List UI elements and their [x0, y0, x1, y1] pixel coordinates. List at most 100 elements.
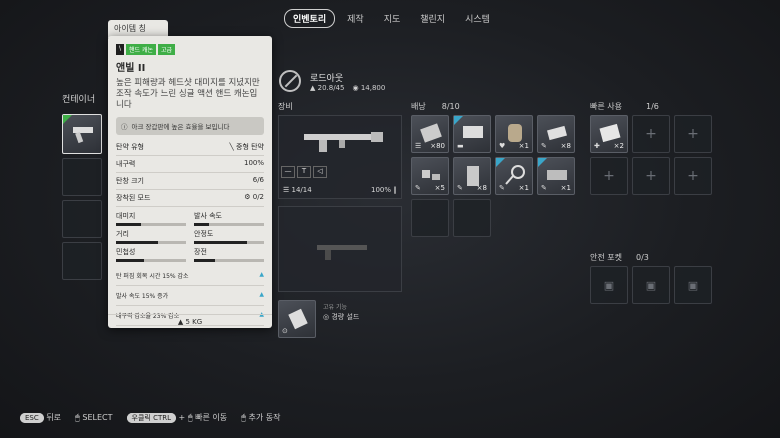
upgrade-triangle-icon: ▲ — [259, 271, 264, 278]
add-icon: + — [687, 126, 699, 142]
stat-value: 100% — [243, 159, 264, 167]
augment-slot[interactable]: ⊙ — [278, 300, 316, 338]
item-qty: ×8 — [476, 184, 487, 192]
safe-slot-3[interactable]: ▣ — [674, 266, 712, 304]
tab-inventory[interactable]: 인벤토리 — [284, 9, 336, 28]
perk-item: 탄 퍼짐 회복 시간 15% 감소 ▲ — [116, 266, 264, 286]
bar-stability: 안정도 — [194, 229, 264, 244]
stat-value-mods: ⚙ 0/2 — [244, 193, 264, 203]
rarity-marker — [496, 158, 505, 167]
mouse-right-icon: 🖱 — [241, 413, 246, 422]
backpack-slot-4[interactable]: ✎ ×8 — [537, 115, 575, 153]
quick-use-count: 1/6 — [645, 102, 659, 111]
special-label: 고유 기능 — [323, 304, 347, 311]
item-name-tab: 아이템 칭 — [114, 24, 146, 33]
bar-fill — [194, 241, 247, 244]
bar-label: 거리 — [116, 230, 129, 238]
quick-slot-3[interactable]: + — [674, 115, 712, 153]
item-note-text: 아크 장갑판에 높은 효율을 보입니다 — [131, 123, 230, 131]
backpack-slot-8[interactable]: ✎ ×1 — [537, 157, 575, 195]
mod-slot-grip[interactable]: T — [297, 166, 311, 178]
mod-slot-stock[interactable]: ◁ — [313, 166, 327, 178]
rarity-marker — [454, 116, 463, 125]
backpack-slot-1[interactable]: ☰ ×80 — [411, 115, 449, 153]
hint-quick-move[interactable]: 우클릭 CTRL + 🖱 빠른 이동 — [126, 412, 227, 423]
quick-slot-1[interactable]: ✚ ×2 — [590, 115, 628, 153]
item-qty: ×2 — [613, 142, 624, 150]
stat-value: 6/6 — [252, 176, 264, 184]
container-slot-3[interactable] — [62, 200, 102, 238]
safe-slot-2[interactable]: ▣ — [632, 266, 670, 304]
hint-more[interactable]: 🖱 추가 동작 — [241, 412, 280, 423]
weight-stat: ▲ 20.8/45 — [310, 84, 344, 92]
item-qty: ×1 — [560, 184, 571, 192]
wrench-icon: ✎ — [457, 184, 463, 192]
tab-crafting[interactable]: 제작 — [339, 10, 372, 27]
tab-challenges[interactable]: 챌린지 — [412, 10, 453, 27]
container-slot-2[interactable] — [62, 158, 102, 196]
bar-fill — [194, 223, 210, 226]
item-qty: ×5 — [434, 184, 445, 192]
container-slot-4[interactable] — [62, 242, 102, 280]
quick-slot-6[interactable]: + — [674, 157, 712, 195]
list-icon: ☰ — [415, 142, 422, 150]
weapon-slot-1[interactable]: — T ◁ ☰ 14/14 100% ‖ — [278, 115, 402, 199]
item-qty: ×1 — [518, 142, 529, 150]
no-loadout-icon[interactable] — [279, 70, 301, 92]
backpack-slot-7[interactable]: ✎ ×1 — [495, 157, 533, 195]
backpack-slot-2[interactable]: ▬ — [453, 115, 491, 153]
tag-weapon-type: 핸드 캐논 — [126, 44, 156, 55]
quick-slot-2[interactable]: + — [632, 115, 670, 153]
heart-icon: ♥ — [499, 142, 506, 150]
item-tooltip: \ 핸드 캐논 고급 앤빌 II 높은 피해량과 헤드샷 대미지를 지녔지만 조… — [108, 36, 272, 328]
special-value: ◎ 경량 설드 — [323, 312, 359, 322]
special-text: 경량 설드 — [331, 313, 360, 321]
weapon-class-icon: \ — [116, 44, 124, 55]
safe-pocket-count: 0/3 — [635, 253, 649, 262]
mouse-icon: 🖱 — [187, 413, 193, 422]
esc-key: ESC — [20, 413, 44, 423]
wrench-icon: ✎ — [541, 184, 547, 192]
bar-fill — [194, 259, 215, 262]
hint-back[interactable]: ESC 뒤로 — [20, 412, 61, 423]
item-qty: ×8 — [560, 142, 571, 150]
add-icon: + — [645, 168, 657, 184]
safe-slot-1[interactable]: ▣ — [590, 266, 628, 304]
bar-fill — [116, 259, 144, 262]
container-slot-1[interactable] — [62, 114, 102, 154]
backpack-slot-5[interactable]: ✎ ×5 — [411, 157, 449, 195]
hint-select[interactable]: 🖱 SELECT — [75, 413, 112, 423]
ctrl-key: 우클릭 CTRL — [126, 413, 177, 423]
stat-label: 장착된 모드 — [116, 194, 151, 202]
backpack-slot-10[interactable] — [453, 199, 491, 237]
lock-icon: ▣ — [687, 278, 699, 292]
weight-value: 20.8/45 — [317, 84, 345, 92]
wrench-icon: ✎ — [415, 184, 421, 192]
ammo-icon: ☰ — [283, 186, 292, 194]
bar-fill — [116, 241, 158, 244]
backpack-slot-6[interactable]: ✎ ×8 — [453, 157, 491, 195]
ammo-count: ☰ 14/14 — [283, 186, 312, 194]
lock-icon: ▣ — [603, 278, 615, 292]
quick-use-label: 빠른 사용 1/6 — [590, 101, 659, 112]
weapon-silhouette-icon — [317, 245, 367, 260]
tab-system[interactable]: 시스템 — [457, 10, 498, 27]
backpack-slot-9[interactable] — [411, 199, 449, 237]
stat-row-ammo: 탄약 유형 ╲ 중형 탄약 — [116, 139, 264, 156]
weapon-slot-2[interactable] — [278, 206, 402, 292]
backpack-slot-3[interactable]: ♥ ×1 — [495, 115, 533, 153]
stat-value: 0/2 — [252, 193, 264, 201]
gear-icon: ⚙ — [244, 193, 253, 201]
backpack-label: 배낭 8/10 — [411, 101, 460, 112]
durability-value: 100% ‖ — [371, 186, 397, 194]
add-icon: + — [603, 168, 615, 184]
mod-slot-muzzle[interactable]: — — [281, 166, 295, 178]
bar-reload: 장전 — [194, 247, 264, 262]
quick-slot-5[interactable]: + — [632, 157, 670, 195]
container-label: 컨테이너 — [62, 95, 96, 105]
quick-slot-4[interactable]: + — [590, 157, 628, 195]
stat-label: 내구력 — [116, 160, 136, 168]
tab-map[interactable]: 지도 — [376, 10, 409, 27]
coin-icon: ◉ — [352, 84, 361, 92]
upgrade-triangle-icon: ▲ — [259, 291, 264, 298]
